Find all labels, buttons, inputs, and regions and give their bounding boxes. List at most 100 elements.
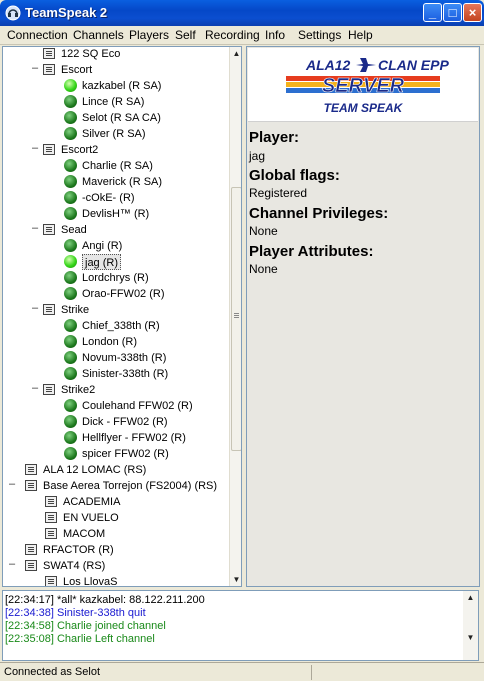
menu-info[interactable]: Info	[265, 28, 285, 42]
chat-log[interactable]: [22:34:17] *all* kazkabel: 88.122.211.20…	[2, 590, 479, 661]
channel-icon	[45, 528, 57, 539]
headset-icon	[5, 5, 21, 21]
collapse-toggle-icon[interactable]: –	[8, 558, 16, 570]
log-line: [22:35:08] Charlie Left channel	[5, 633, 155, 645]
channel-icon	[43, 384, 55, 395]
jet-icon	[356, 58, 376, 72]
player-item[interactable]: Angi (R)	[82, 238, 122, 254]
player-status-icon	[64, 287, 77, 300]
player-item[interactable]: Lince (R SA)	[82, 94, 144, 110]
channel-icon	[25, 560, 37, 571]
player-item[interactable]: kazkabel (R SA)	[82, 78, 161, 94]
player-item[interactable]: Charlie (R SA)	[82, 158, 153, 174]
menu-players[interactable]: Players	[129, 28, 169, 42]
channel-item[interactable]: MACOM	[63, 526, 105, 542]
menu-recording[interactable]: Recording	[205, 28, 260, 42]
collapse-toggle-icon[interactable]: –	[31, 142, 39, 154]
player-status-icon	[64, 111, 77, 124]
channel-tree[interactable]: 122 SQ Eco – Escort kazkabel (R SA) Lince (R…	[2, 46, 242, 587]
channel-icon	[45, 576, 57, 586]
player-status-icon	[64, 79, 77, 92]
player-status-icon	[64, 415, 77, 428]
svg-text:TEAM SPEAK: TEAM SPEAK	[324, 101, 404, 115]
collapse-toggle-icon[interactable]: –	[8, 478, 16, 490]
scroll-down-arrow-icon[interactable]: ▼	[230, 573, 241, 586]
player-item[interactable]: Orao-FFW02 (R)	[82, 286, 165, 302]
channel-item[interactable]: RFACTOR (R)	[43, 542, 114, 558]
minimize-button[interactable]: _	[423, 3, 442, 22]
player-status-icon	[64, 191, 77, 204]
scroll-down-arrow-icon[interactable]: ▼	[463, 631, 478, 644]
server-banner: ALA12 CLAN EPP SERVER TEAM SPEAK	[248, 48, 478, 122]
player-item[interactable]: jag (R)	[82, 254, 122, 270]
player-status-icon	[64, 255, 77, 268]
player-item[interactable]: Maverick (R SA)	[82, 174, 162, 190]
scroll-up-arrow-icon[interactable]: ▲	[230, 47, 241, 60]
collapse-toggle-icon[interactable]: –	[31, 222, 39, 234]
channel-privileges-value: None	[249, 224, 278, 238]
channel-item[interactable]: ALA 12 LOMAC (RS)	[43, 462, 146, 478]
channel-item[interactable]: Escort2	[61, 142, 98, 158]
log-line: [22:34:17] *all* kazkabel: 88.122.211.20…	[5, 594, 205, 606]
player-item[interactable]: Chief_338th (R)	[82, 318, 160, 334]
player-item[interactable]: Sinister-338th (R)	[82, 366, 168, 382]
window-title: TeamSpeak 2	[25, 5, 108, 20]
player-item[interactable]: DevlisH™ (R)	[82, 206, 149, 222]
channel-icon	[43, 304, 55, 315]
log-line: [22:34:58] Charlie joined channel	[5, 620, 166, 632]
player-item[interactable]: Selot (R SA CA)	[82, 110, 161, 126]
channel-item[interactable]: Sead	[61, 222, 87, 238]
connection-status: Connected as Selot	[4, 666, 101, 678]
collapse-toggle-icon[interactable]: –	[31, 302, 39, 314]
channel-icon	[43, 144, 55, 155]
player-attributes-label: Player Attributes:	[249, 243, 374, 260]
info-panel: ALA12 CLAN EPP SERVER TEAM SPEAK Player:…	[246, 46, 480, 587]
player-item[interactable]: Dick - FFW02 (R)	[82, 414, 168, 430]
player-status-icon	[64, 431, 77, 444]
player-item[interactable]: -cOkE- (R)	[82, 190, 135, 206]
player-status-icon	[64, 175, 77, 188]
log-line: [22:34:38] Sinister-338th quit	[5, 607, 146, 619]
scroll-up-arrow-icon[interactable]: ▲	[463, 591, 478, 604]
menu-channels[interactable]: Channels	[73, 28, 124, 42]
player-item[interactable]: Lordchrys (R)	[82, 270, 149, 286]
channel-item[interactable]: Base Aerea Torrejon (FS2004) (RS)	[43, 478, 217, 494]
player-item[interactable]: Novum-338th (R)	[82, 350, 166, 366]
maximize-button[interactable]: □	[443, 3, 462, 22]
channel-item[interactable]: Escort	[61, 62, 92, 78]
player-status-icon	[64, 319, 77, 332]
channel-item[interactable]: 122 SQ Eco	[61, 47, 120, 62]
channel-item[interactable]: ACADEMIA	[63, 494, 120, 510]
menu-connection[interactable]: Connection	[7, 28, 68, 42]
channel-item[interactable]: Strike2	[61, 382, 95, 398]
log-scrollbar[interactable]: ▲ ▼	[463, 591, 478, 660]
channel-item[interactable]: Los LlovaS	[63, 574, 117, 586]
channel-item[interactable]: SWAT4 (RS)	[43, 558, 105, 574]
player-status-icon	[64, 399, 77, 412]
player-status-icon	[64, 351, 77, 364]
channel-item[interactable]: EN VUELO	[63, 510, 119, 526]
scroll-thumb[interactable]	[231, 187, 241, 451]
player-status-icon	[64, 127, 77, 140]
player-item[interactable]: Silver (R SA)	[82, 126, 146, 142]
player-item[interactable]: spicer FFW02 (R)	[82, 446, 169, 462]
channel-icon	[25, 480, 37, 491]
svg-text:ALA12: ALA12	[305, 57, 351, 73]
player-item[interactable]: London (R)	[82, 334, 137, 350]
player-item[interactable]: Coulehand FFW02 (R)	[82, 398, 193, 414]
tree-scrollbar[interactable]: ▲ ▼	[229, 47, 241, 586]
status-bar: Connected as Selot	[0, 662, 484, 681]
channel-icon	[43, 64, 55, 75]
menu-help[interactable]: Help	[348, 28, 373, 42]
player-status-icon	[64, 239, 77, 252]
player-status-icon	[64, 207, 77, 220]
menu-settings[interactable]: Settings	[298, 28, 341, 42]
close-button[interactable]: ×	[463, 3, 482, 22]
global-flags-label: Global flags:	[249, 167, 340, 184]
player-item[interactable]: Hellflyer - FFW02 (R)	[82, 430, 186, 446]
collapse-toggle-icon[interactable]: –	[31, 382, 39, 394]
menu-self[interactable]: Self	[175, 28, 196, 42]
collapse-toggle-icon[interactable]: –	[31, 62, 39, 74]
server-logo: ALA12 CLAN EPP SERVER TEAM SPEAK	[286, 57, 449, 115]
channel-item[interactable]: Strike	[61, 302, 89, 318]
